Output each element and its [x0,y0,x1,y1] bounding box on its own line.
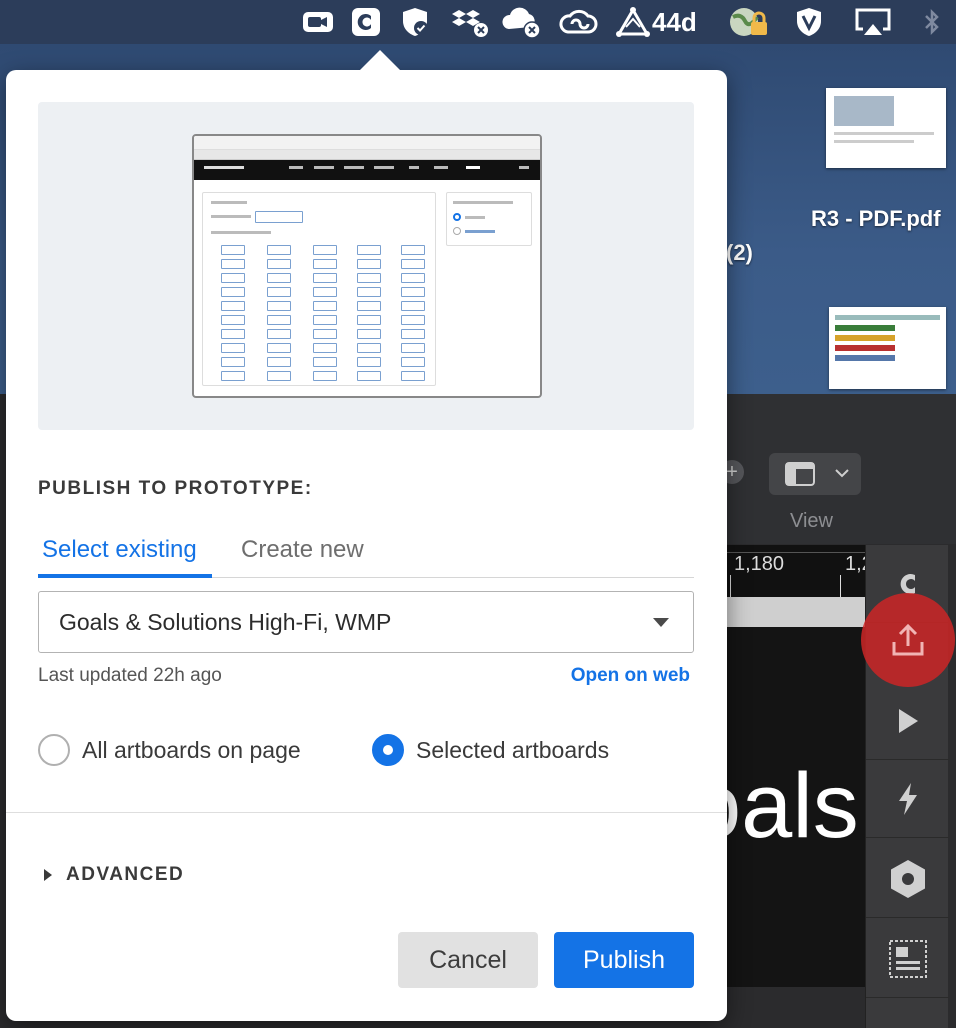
view-button[interactable] [769,453,861,495]
publish-tabs: Select existing Create new [38,528,694,578]
cancel-button[interactable]: Cancel [398,932,538,988]
video-icon[interactable] [302,6,334,38]
desktop-file-thumbnail[interactable] [826,88,946,168]
dropbox-error-icon[interactable] [450,6,490,38]
creative-cloud-icon[interactable] [558,6,598,38]
tab-create-new[interactable]: Create new [241,536,364,564]
document-specs-icon[interactable] [866,920,949,998]
shield-v-icon[interactable] [792,6,826,38]
prototype-preview [38,102,694,430]
plugins-hexagon-icon[interactable] [866,840,949,918]
publish-popover: PUBLISH TO PROTOTYPE: Select existing Cr… [6,50,727,1021]
bluetooth-icon[interactable] [920,6,944,38]
tab-select-existing[interactable]: Select existing [42,536,197,564]
tab-active-underline [38,574,212,578]
radio-selected-artboards-label[interactable]: Selected artboards [416,737,609,764]
app-triangle-icon[interactable] [616,6,650,38]
desktop-file-label[interactable]: (2) [726,240,753,266]
divider [6,812,727,813]
airplay-icon[interactable] [854,6,892,38]
section-title: PUBLISH TO PROTOTYPE: [38,478,313,499]
prototype-select[interactable]: Goals & Solutions High-Fi, WMP [38,591,694,653]
radio-selected-artboards[interactable] [372,734,404,766]
open-on-web-link[interactable]: Open on web [571,665,690,687]
shield-check-icon[interactable] [398,6,432,38]
publish-button[interactable]: Publish [554,932,694,988]
cloud-error-icon[interactable] [500,6,544,39]
preview-thumbnail [192,134,542,398]
prototype-select-value: Goals & Solutions High-Fi, WMP [59,609,392,635]
caret-right-icon [44,869,52,881]
vpn-lock-icon[interactable] [727,6,771,38]
radio-all-artboards-label[interactable]: All artboards on page [82,737,301,764]
popover-arrow [358,50,402,72]
radio-all-artboards[interactable] [38,734,70,766]
chevron-down-icon [653,618,669,627]
ruler-label: 1,180 [734,553,785,575]
desktop-file-label[interactable]: R3 - PDF.pdf [811,206,941,232]
advanced-toggle[interactable]: ADVANCED [44,864,184,886]
share-publish-icon[interactable] [861,593,955,687]
advanced-label: ADVANCED [66,864,185,885]
play-icon[interactable] [866,682,949,760]
menu-bar: 44d [0,0,956,44]
menubar-badge-text[interactable]: 44d [652,6,697,38]
view-label: View [790,510,833,532]
last-updated-text: Last updated 22h ago [38,665,222,686]
desktop-file-thumbnail[interactable] [829,307,946,389]
lightning-icon[interactable] [866,760,949,838]
creative-cloud-c-icon[interactable] [350,6,382,38]
